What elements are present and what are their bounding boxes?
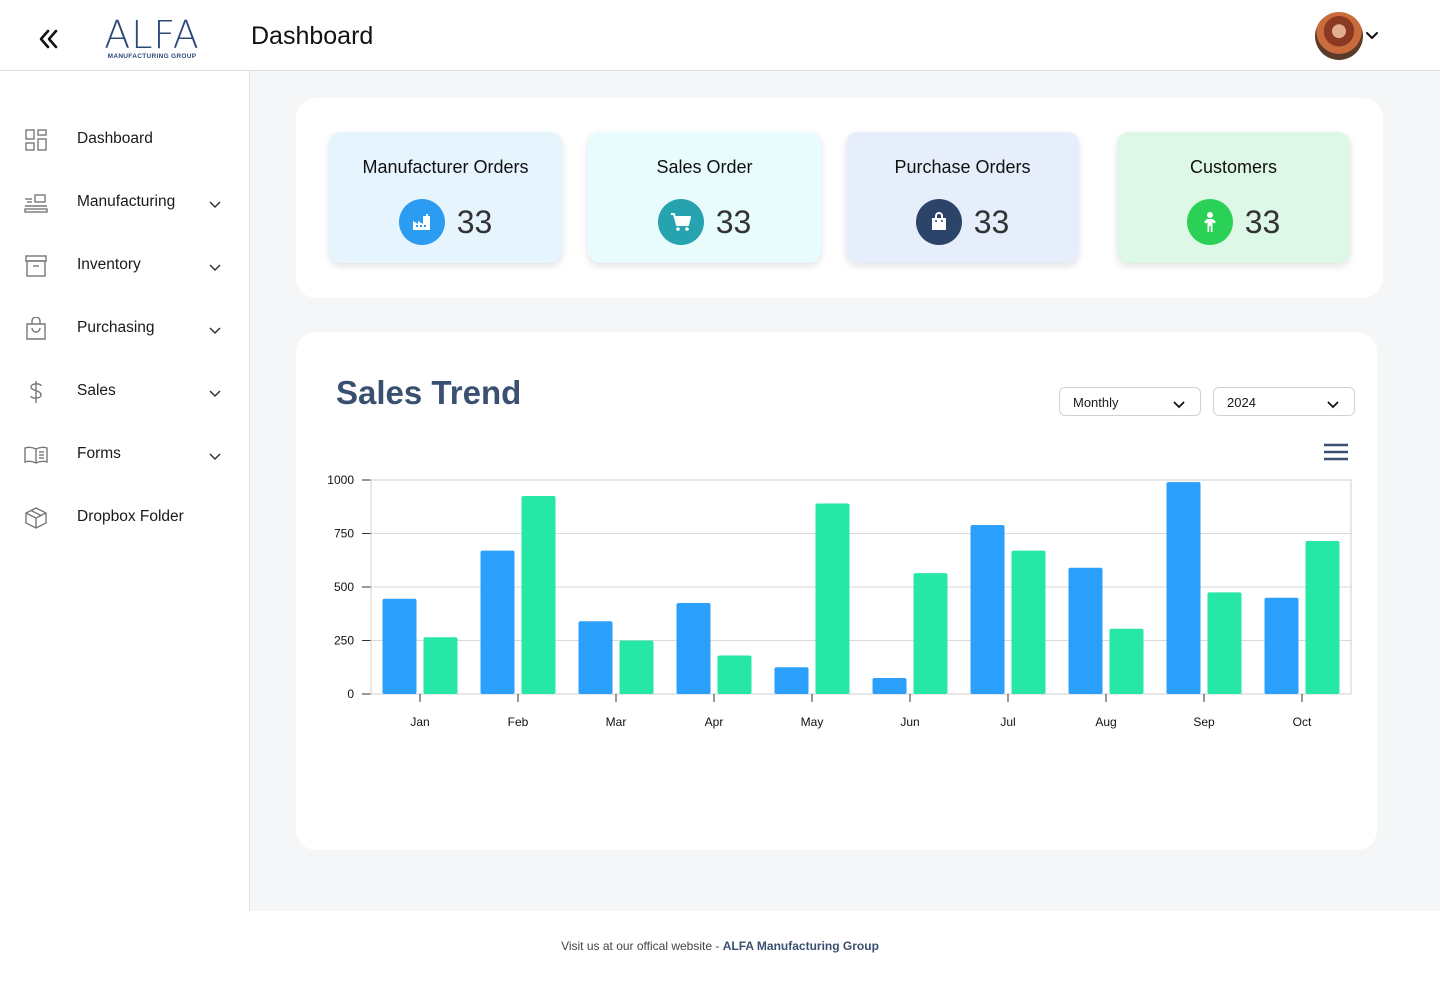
bar-series-2 — [1305, 540, 1340, 694]
chevron-down-icon[interactable] — [1365, 29, 1379, 41]
stat-card-manufacturer-orders[interactable]: Manufacturer Orders 33 — [329, 132, 562, 263]
shopping-bag-icon — [23, 316, 49, 341]
chevron-down-icon[interactable] — [208, 197, 222, 209]
x-tick-label: Jan — [410, 715, 429, 729]
x-tick-label: Jul — [1000, 715, 1015, 729]
bar-series-1 — [970, 524, 1005, 694]
stat-value: 33 — [1244, 203, 1281, 240]
bar-series-1 — [480, 550, 515, 694]
footer-text: Visit us at our offical website - — [561, 939, 723, 953]
stat-title: Purchase Orders — [894, 157, 1031, 177]
stat-title: Customers — [1189, 157, 1278, 177]
bag-icon — [915, 199, 962, 245]
sidebar-item-label: Purchasing — [77, 319, 155, 336]
x-tick-label: Aug — [1095, 715, 1116, 729]
person-icon — [1186, 199, 1233, 245]
sidebar-item-label: Forms — [77, 445, 121, 462]
sidebar-item-label: Sales — [77, 382, 116, 399]
y-tick-label: 500 — [334, 580, 354, 594]
bar-series-2 — [1011, 550, 1046, 694]
logo-subtext: MANUFACTURING GROUP — [107, 53, 197, 60]
bar-series-2 — [423, 637, 458, 694]
bar-series-1 — [1264, 597, 1299, 694]
sidebar-item-inventory[interactable]: Inventory — [0, 243, 249, 287]
page-title: Dashboard — [251, 22, 374, 50]
x-tick-label: Mar — [606, 715, 627, 729]
sidebar-item-dropbox-folder[interactable]: Dropbox Folder — [0, 495, 249, 539]
bar-series-2 — [913, 573, 948, 694]
x-tick-label: Apr — [705, 715, 724, 729]
sidebar-item-manufacturing[interactable]: Manufacturing — [0, 180, 249, 224]
bar-series-2 — [717, 655, 752, 694]
chevron-down-icon[interactable] — [208, 260, 222, 272]
double-chevron-left-icon[interactable] — [36, 26, 62, 52]
y-tick-label: 0 — [347, 687, 354, 701]
sidebar-item-label: Dashboard — [77, 130, 153, 147]
stat-value: 33 — [456, 203, 493, 240]
chevron-down-icon[interactable] — [208, 323, 222, 335]
sidebar-item-label: Dropbox Folder — [77, 508, 184, 525]
sidebar-item-purchasing[interactable]: Purchasing — [0, 306, 249, 350]
x-tick-label: Jun — [900, 715, 919, 729]
x-tick-label: May — [801, 715, 824, 729]
stats-panel: Manufacturer Orders 33 Sales Order 33 Pu… — [296, 98, 1383, 298]
sales-trend-chart: 0 250 500 750 1000 Jan Feb Mar Apr May Jun Jul Aug Se… — [327, 473, 1352, 729]
sidebar-item-label: Inventory — [77, 256, 141, 273]
conveyor-icon — [23, 191, 49, 215]
stat-title: Manufacturer Orders — [362, 157, 529, 177]
user-avatar[interactable] — [1315, 12, 1363, 60]
bar-series-2 — [815, 503, 850, 694]
logo-text: ALFA — [104, 13, 200, 57]
footer: Visit us at our offical website - ALFA M… — [0, 939, 1440, 953]
cart-icon — [657, 199, 704, 245]
bar-series-1 — [1166, 482, 1201, 694]
x-tick-label: Oct — [1293, 715, 1312, 729]
stat-card-sales-order[interactable]: Sales Order 33 — [588, 132, 821, 263]
sidebar-item-label: Manufacturing — [77, 193, 176, 210]
footer-link[interactable]: ALFA Manufacturing Group — [723, 939, 879, 953]
sidebar-item-dashboard[interactable]: Dashboard — [0, 117, 249, 161]
stat-card-purchase-orders[interactable]: Purchase Orders 33 — [846, 132, 1079, 263]
bar-series-1 — [676, 603, 711, 694]
bar-series-2 — [619, 640, 654, 694]
stat-title: Sales Order — [656, 157, 753, 177]
bar-series-2 — [1207, 592, 1242, 694]
sidebar-item-sales[interactable]: Sales — [0, 369, 249, 413]
factory-icon — [398, 199, 445, 245]
x-tick-label: Sep — [1193, 715, 1215, 729]
archive-box-icon — [23, 254, 49, 278]
x-tick-label: Feb — [508, 715, 529, 729]
chevron-down-icon[interactable] — [208, 449, 222, 461]
company-logo[interactable]: ALFA MANUFACTURING GROUP — [100, 16, 204, 62]
bar-series-1 — [872, 677, 907, 694]
bar-series-1 — [774, 667, 809, 694]
book-icon — [23, 443, 49, 467]
y-tick-label: 250 — [334, 634, 354, 648]
y-tick-label: 750 — [334, 527, 354, 541]
sidebar-item-forms[interactable]: Forms — [0, 432, 249, 476]
chevron-down-icon[interactable] — [208, 386, 222, 398]
stat-card-customers[interactable]: Customers 33 — [1117, 132, 1350, 263]
y-tick-label: 1000 — [327, 473, 354, 487]
sales-trend-panel: Sales Trend Monthly 2024 0 250 500 750 1000 J… — [296, 332, 1377, 850]
bar-series-1 — [1068, 567, 1103, 694]
bar-series-1 — [578, 621, 613, 694]
dollar-icon — [23, 380, 49, 404]
sidebar: Dashboard Manufacturing Inventory Purcha… — [0, 71, 250, 911]
stat-value: 33 — [715, 203, 752, 240]
bar-series-2 — [1109, 628, 1144, 694]
bar-series-1 — [382, 598, 417, 694]
top-header: ALFA MANUFACTURING GROUP Dashboard — [0, 0, 1440, 71]
stat-value: 33 — [973, 203, 1010, 240]
bar-series-2 — [521, 496, 556, 694]
grid-icon — [23, 128, 49, 152]
package-icon — [23, 506, 49, 530]
main-content: Manufacturer Orders 33 Sales Order 33 Pu… — [250, 71, 1440, 911]
